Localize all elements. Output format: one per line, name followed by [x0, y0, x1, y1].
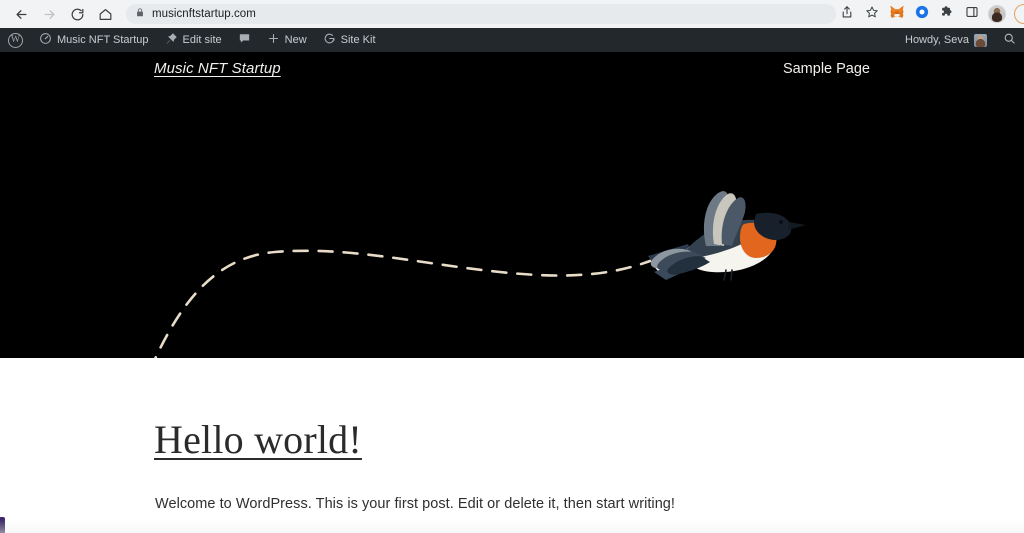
post-excerpt: Welcome to WordPress. This is your first… — [155, 496, 675, 512]
site-header-nav: Music NFT Startup Sample Page — [0, 60, 1024, 78]
browser-toolbar-actions: Update — [836, 3, 1024, 25]
adminbar-right-group: Howdy, Seva — [897, 28, 1024, 52]
home-button[interactable] — [92, 3, 118, 25]
avatar — [974, 33, 987, 47]
back-button[interactable] — [8, 3, 34, 25]
pin-icon — [165, 32, 178, 48]
comment-bubble-icon — [238, 32, 251, 48]
lock-icon — [135, 5, 145, 23]
adminbar-site-name-label: Music NFT Startup — [57, 33, 149, 46]
metamask-extension-icon — [889, 4, 905, 24]
flying-swallow-illustration — [648, 191, 806, 281]
plus-icon — [267, 32, 280, 48]
forward-button[interactable] — [36, 3, 62, 25]
adminbar-item-edit-site[interactable]: Edit site — [157, 28, 230, 52]
browser-toolbar: musicnftstartup.com — [0, 0, 1024, 28]
adminbar-new-label: New — [284, 33, 307, 46]
adminbar-item-site-kit[interactable]: Site Kit — [315, 28, 384, 52]
extensions-button[interactable] — [936, 3, 958, 25]
site-hero: Music NFT Startup Sample Page — [0, 52, 1024, 358]
wp-admin-bar: W Music NFT Startup Edit site New Site K… — [0, 28, 1024, 52]
bottom-left-badge[interactable] — [0, 517, 5, 533]
site-title-link[interactable]: Music NFT Startup — [154, 60, 281, 77]
adminbar-item-comments[interactable] — [230, 28, 259, 52]
forward-arrow-icon — [42, 7, 57, 22]
bird-flight-trail — [154, 249, 662, 358]
adminbar-item-search[interactable] — [995, 28, 1024, 52]
adminbar-item-my-account[interactable]: Howdy, Seva — [897, 28, 995, 52]
google-g-icon — [323, 32, 336, 48]
metamask-extension-button[interactable] — [886, 3, 908, 25]
page-bottom-fade — [0, 519, 1024, 533]
browser-nav-buttons — [8, 3, 118, 25]
profile-avatar-icon — [988, 5, 1006, 23]
profile-avatar-button[interactable] — [986, 3, 1008, 25]
reload-button[interactable] — [64, 3, 90, 25]
wordpress-logo-icon: W — [8, 32, 23, 48]
adminbar-howdy-label: Howdy, Seva — [905, 33, 969, 46]
share-icon — [840, 5, 854, 24]
extensions-puzzle-icon — [940, 5, 954, 24]
back-arrow-icon — [14, 7, 29, 22]
adminbar-edit-site-label: Edit site — [182, 33, 222, 46]
hero-artwork — [0, 52, 1024, 358]
bookmark-star-icon — [865, 5, 879, 24]
adminbar-item-site-name[interactable]: Music NFT Startup — [31, 28, 157, 52]
adminbar-site-kit-label: Site Kit — [340, 33, 376, 46]
home-icon — [98, 7, 113, 22]
page-title[interactable]: Hello world! — [154, 420, 362, 460]
post-content: Hello world! Welcome to WordPress. This … — [0, 358, 1024, 533]
blue-circle-extension-button[interactable] — [911, 3, 933, 25]
bookmark-button[interactable] — [861, 3, 883, 25]
menu-item-sample-page[interactable]: Sample Page — [783, 61, 870, 77]
address-bar[interactable]: musicnftstartup.com — [126, 4, 836, 24]
search-icon — [1003, 32, 1016, 48]
adminbar-item-new[interactable]: New — [259, 28, 315, 52]
dashboard-speedometer-icon — [39, 32, 52, 48]
reload-icon — [70, 7, 85, 22]
side-panel-icon — [965, 5, 979, 24]
url-text: musicnftstartup.com — [152, 8, 256, 20]
side-panel-button[interactable] — [961, 3, 983, 25]
share-button[interactable] — [836, 3, 858, 25]
blue-circle-extension-icon — [915, 5, 929, 24]
wp-logo-menu[interactable]: W — [0, 28, 31, 52]
primary-menu: Sample Page — [783, 60, 870, 78]
update-button[interactable]: Update — [1014, 4, 1024, 24]
